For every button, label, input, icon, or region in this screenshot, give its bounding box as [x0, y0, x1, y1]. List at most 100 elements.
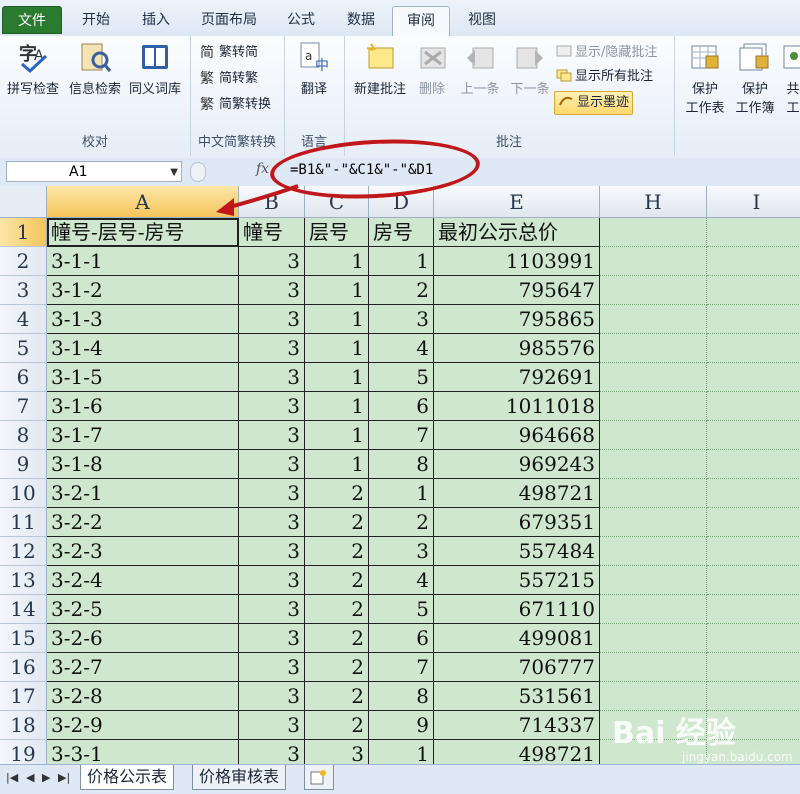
table-cell[interactable]: 714337: [434, 711, 600, 740]
table-cell[interactable]: 2: [305, 624, 369, 653]
research-button[interactable]: 信息检索: [64, 40, 126, 97]
table-cell[interactable]: [707, 508, 800, 537]
tab-formulas[interactable]: 公式: [274, 6, 328, 34]
prev-sheet-icon[interactable]: ◀: [26, 771, 34, 784]
new-comment-button[interactable]: 新建批注: [348, 40, 412, 97]
next-comment-button[interactable]: 下一条: [504, 40, 556, 97]
sheet-tab-price-list[interactable]: 价格公示表: [80, 765, 175, 790]
table-cell[interactable]: [600, 392, 707, 421]
table-cell[interactable]: [600, 566, 707, 595]
row-header[interactable]: 3: [0, 276, 47, 305]
row-header[interactable]: 11: [0, 508, 47, 537]
table-cell[interactable]: 3-2-9: [47, 711, 239, 740]
table-cell[interactable]: [707, 421, 800, 450]
table-cell[interactable]: 3: [239, 421, 305, 450]
row-header[interactable]: 17: [0, 682, 47, 711]
table-cell[interactable]: 3: [239, 653, 305, 682]
column-header-h[interactable]: H: [600, 186, 707, 218]
show-ink-button[interactable]: 显示墨迹: [554, 91, 634, 115]
row-header[interactable]: 5: [0, 334, 47, 363]
table-cell[interactable]: 499081: [434, 624, 600, 653]
row-header[interactable]: 10: [0, 479, 47, 508]
table-cell[interactable]: 3: [239, 566, 305, 595]
table-cell[interactable]: 3: [239, 537, 305, 566]
table-cell[interactable]: [600, 276, 707, 305]
table-cell[interactable]: [707, 450, 800, 479]
table-cell[interactable]: 3: [239, 595, 305, 624]
table-cell[interactable]: 3: [239, 247, 305, 276]
table-cell[interactable]: [707, 363, 800, 392]
header-cell[interactable]: 幢号: [239, 218, 305, 247]
table-cell[interactable]: 6: [369, 392, 434, 421]
table-cell[interactable]: 3-1-1: [47, 247, 239, 276]
table-cell[interactable]: 9: [369, 711, 434, 740]
table-cell[interactable]: 3-2-6: [47, 624, 239, 653]
table-cell[interactable]: 4: [369, 566, 434, 595]
table-cell[interactable]: 3: [239, 624, 305, 653]
column-header-e[interactable]: E: [434, 186, 600, 218]
table-cell[interactable]: 3: [239, 682, 305, 711]
translate-button[interactable]: a中 翻译: [288, 40, 340, 97]
table-cell[interactable]: 3-1-4: [47, 334, 239, 363]
name-box[interactable]: A1 ▼: [6, 161, 182, 182]
table-cell[interactable]: 2: [305, 508, 369, 537]
protect-sheet-button[interactable]: 保护 工作表: [680, 40, 730, 116]
table-cell[interactable]: 1: [369, 740, 434, 764]
row-header[interactable]: 18: [0, 711, 47, 740]
table-cell[interactable]: [707, 392, 800, 421]
tab-view[interactable]: 视图: [454, 6, 510, 34]
table-cell[interactable]: 8: [369, 682, 434, 711]
table-cell[interactable]: 3-3-1: [47, 740, 239, 764]
table-cell[interactable]: 3: [239, 711, 305, 740]
select-all-corner[interactable]: [0, 186, 47, 218]
table-cell[interactable]: [600, 624, 707, 653]
table-cell[interactable]: 3: [239, 276, 305, 305]
tab-page-layout[interactable]: 页面布局: [188, 6, 270, 34]
table-cell[interactable]: 792691: [434, 363, 600, 392]
next-sheet-icon[interactable]: ▶: [42, 771, 50, 784]
table-cell[interactable]: 3: [239, 450, 305, 479]
table-cell[interactable]: 2: [305, 711, 369, 740]
table-cell[interactable]: 1: [305, 334, 369, 363]
table-cell[interactable]: 3-2-2: [47, 508, 239, 537]
trad-to-simp-button[interactable]: 简繁转简: [200, 42, 258, 64]
table-cell[interactable]: 3: [239, 508, 305, 537]
table-cell[interactable]: [600, 595, 707, 624]
table-cell[interactable]: 557484: [434, 537, 600, 566]
table-cell[interactable]: 557215: [434, 566, 600, 595]
table-cell[interactable]: [707, 653, 800, 682]
table-cell[interactable]: 1: [305, 392, 369, 421]
show-all-comments-button[interactable]: 显示所有批注: [556, 66, 653, 88]
table-cell[interactable]: 1011018: [434, 392, 600, 421]
table-cell[interactable]: 3: [239, 479, 305, 508]
spell-check-button[interactable]: 字A 拼写检查: [2, 40, 64, 97]
table-cell[interactable]: 969243: [434, 450, 600, 479]
table-cell[interactable]: 498721: [434, 740, 600, 764]
row-header[interactable]: 2: [0, 247, 47, 276]
table-cell[interactable]: 1: [305, 421, 369, 450]
column-header-i[interactable]: I: [707, 186, 800, 218]
previous-comment-button[interactable]: 上一条: [454, 40, 506, 97]
table-cell[interactable]: [600, 537, 707, 566]
table-cell[interactable]: [600, 247, 707, 276]
protect-workbook-button[interactable]: 保护 工作簿: [730, 40, 780, 116]
table-cell[interactable]: 3: [239, 392, 305, 421]
table-cell[interactable]: 3-2-8: [47, 682, 239, 711]
table-cell[interactable]: 5: [369, 595, 434, 624]
table-cell[interactable]: 1: [305, 247, 369, 276]
table-cell[interactable]: 3: [369, 537, 434, 566]
show-hide-comment-button[interactable]: 显示/隐藏批注: [556, 42, 657, 64]
table-cell[interactable]: [600, 508, 707, 537]
table-cell[interactable]: 679351: [434, 508, 600, 537]
table-cell[interactable]: 2: [305, 537, 369, 566]
table-cell[interactable]: [600, 653, 707, 682]
chevron-down-icon[interactable]: ▼: [170, 162, 178, 183]
table-cell[interactable]: 3: [239, 305, 305, 334]
row-header[interactable]: 1: [0, 218, 47, 247]
table-cell[interactable]: 795647: [434, 276, 600, 305]
table-cell[interactable]: 2: [369, 508, 434, 537]
table-cell[interactable]: 2: [305, 479, 369, 508]
table-cell[interactable]: 3-1-8: [47, 450, 239, 479]
table-cell[interactable]: [707, 624, 800, 653]
table-cell[interactable]: 964668: [434, 421, 600, 450]
